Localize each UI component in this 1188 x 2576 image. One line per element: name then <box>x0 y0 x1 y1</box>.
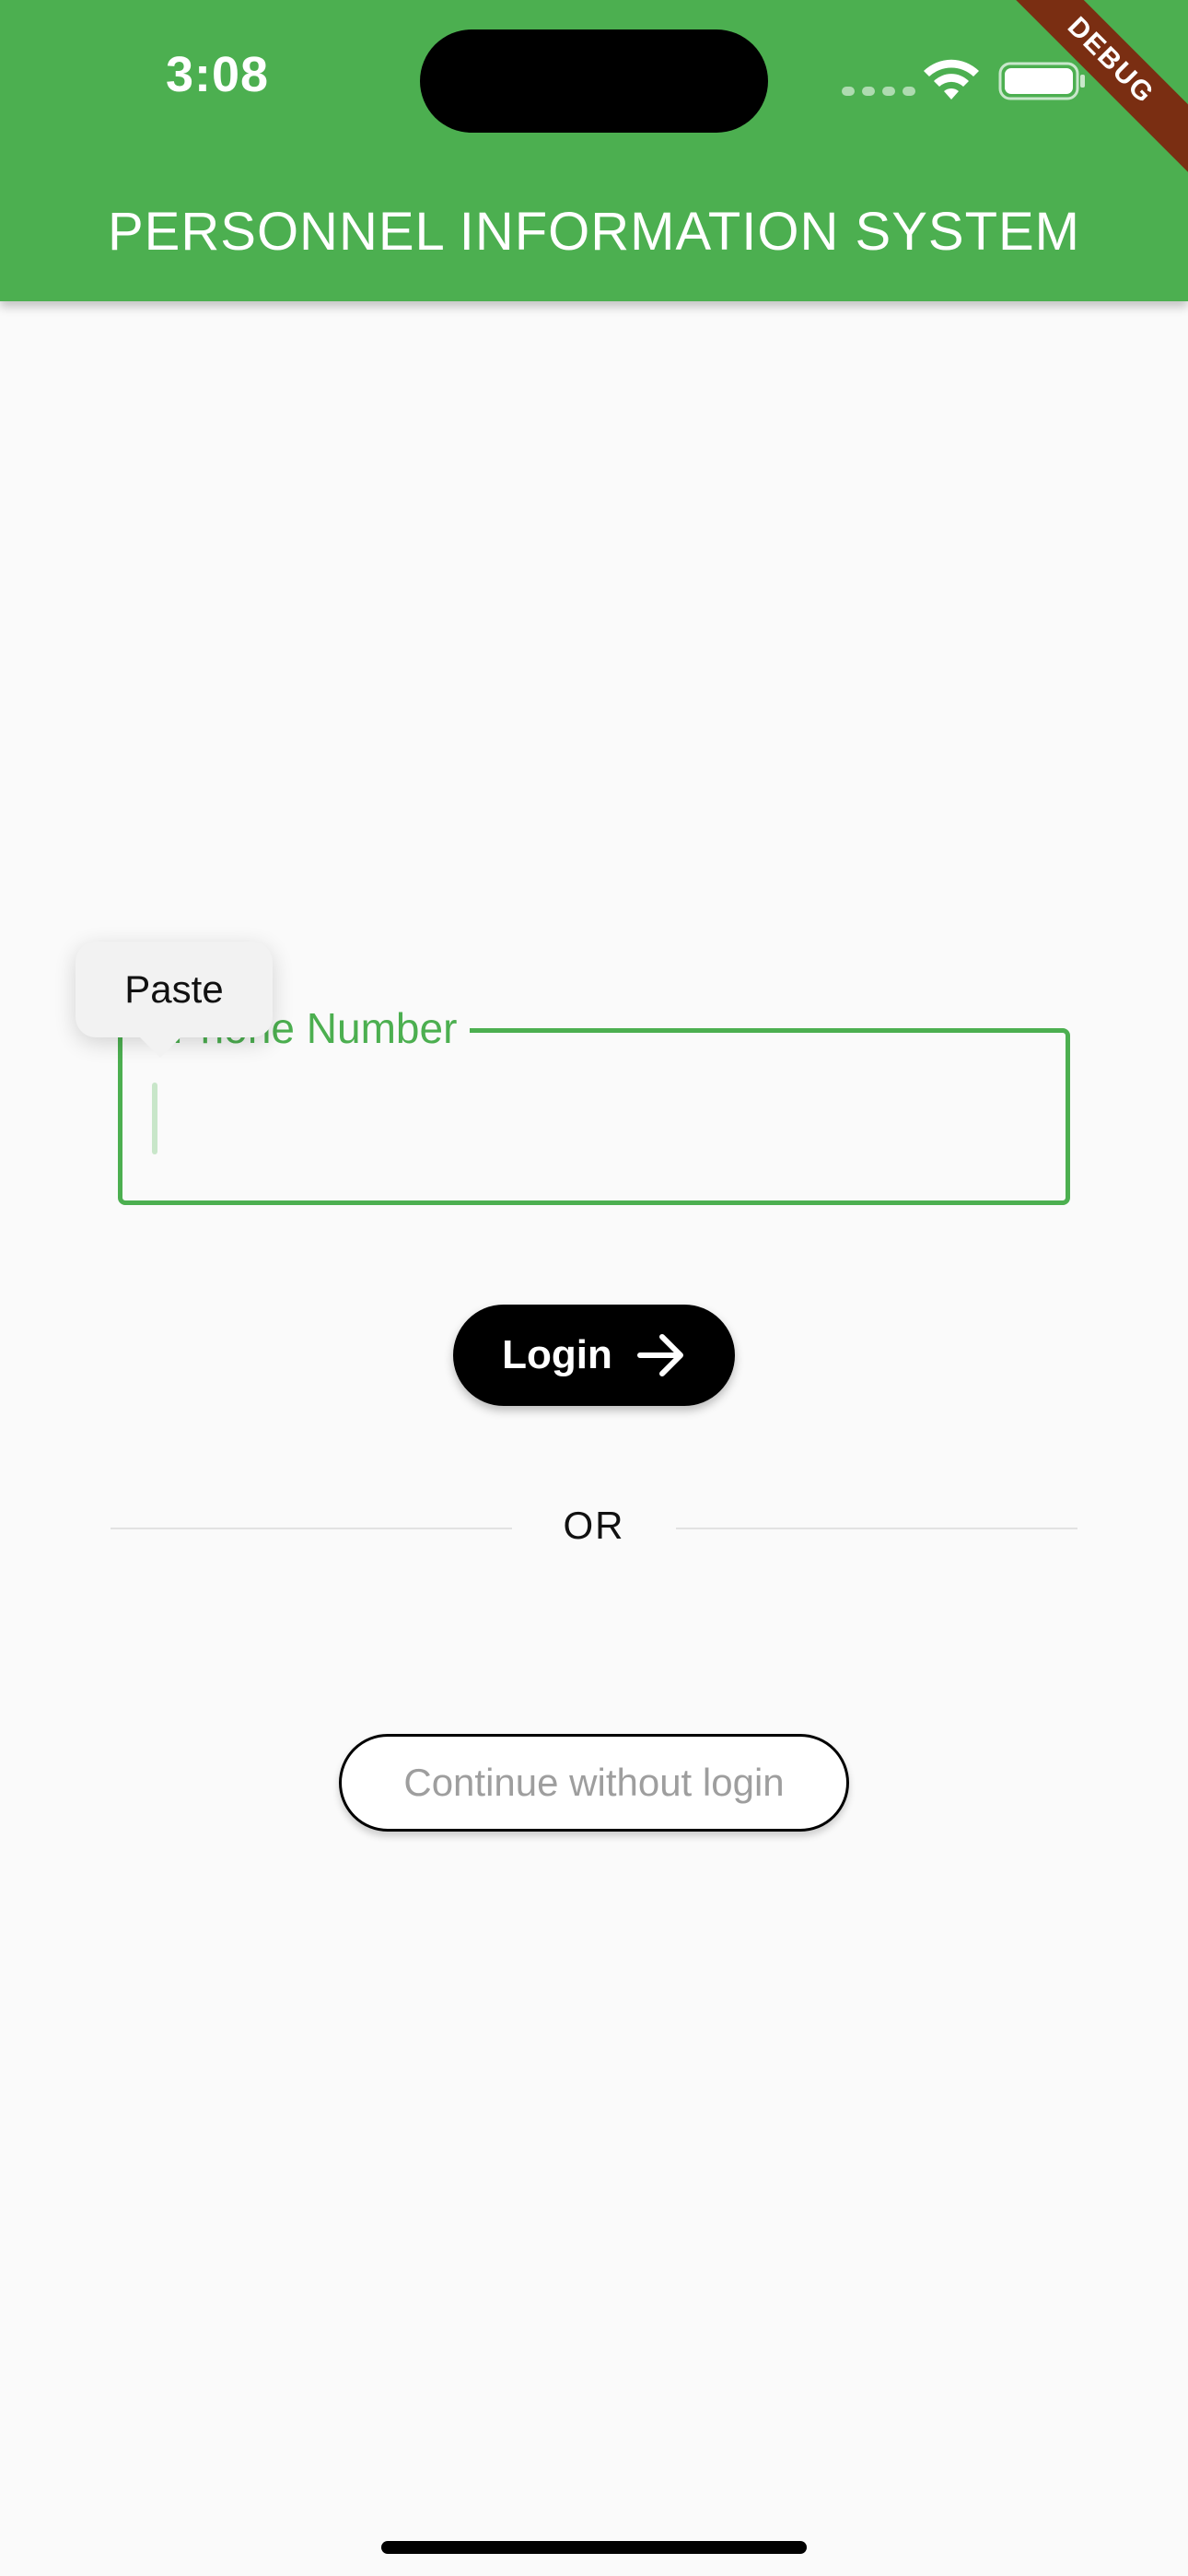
login-screen: 3:08 PERSONNEL INFORMATION SYSTEM DEBUG … <box>0 0 1188 2576</box>
arrow-right-icon <box>636 1334 683 1376</box>
battery-icon <box>998 62 1085 100</box>
login-button[interactable]: Login <box>453 1305 735 1406</box>
paste-menu-button[interactable]: Paste <box>76 942 273 1058</box>
cellular-signal-icon <box>842 87 915 96</box>
or-divider-text: OR <box>563 1504 625 1547</box>
paste-label: Paste <box>124 967 224 1011</box>
app-title: PERSONNEL INFORMATION SYSTEM <box>108 202 1080 262</box>
text-cursor <box>152 1083 157 1154</box>
status-time: 3:08 <box>166 47 270 102</box>
phone-number-field[interactable]: Phone Number <box>118 1005 1070 1205</box>
app-bar: 3:08 PERSONNEL INFORMATION SYSTEM <box>0 0 1188 301</box>
wifi-icon <box>924 59 979 100</box>
dynamic-island <box>420 29 768 133</box>
phone-number-input[interactable] <box>178 1079 1043 1162</box>
home-indicator <box>381 2541 807 2554</box>
continue-without-login-button[interactable]: Continue without login <box>339 1734 849 1832</box>
continue-button-label: Continue without login <box>403 1761 785 1804</box>
login-button-label: Login <box>502 1332 612 1377</box>
divider-right <box>676 1528 1077 1529</box>
